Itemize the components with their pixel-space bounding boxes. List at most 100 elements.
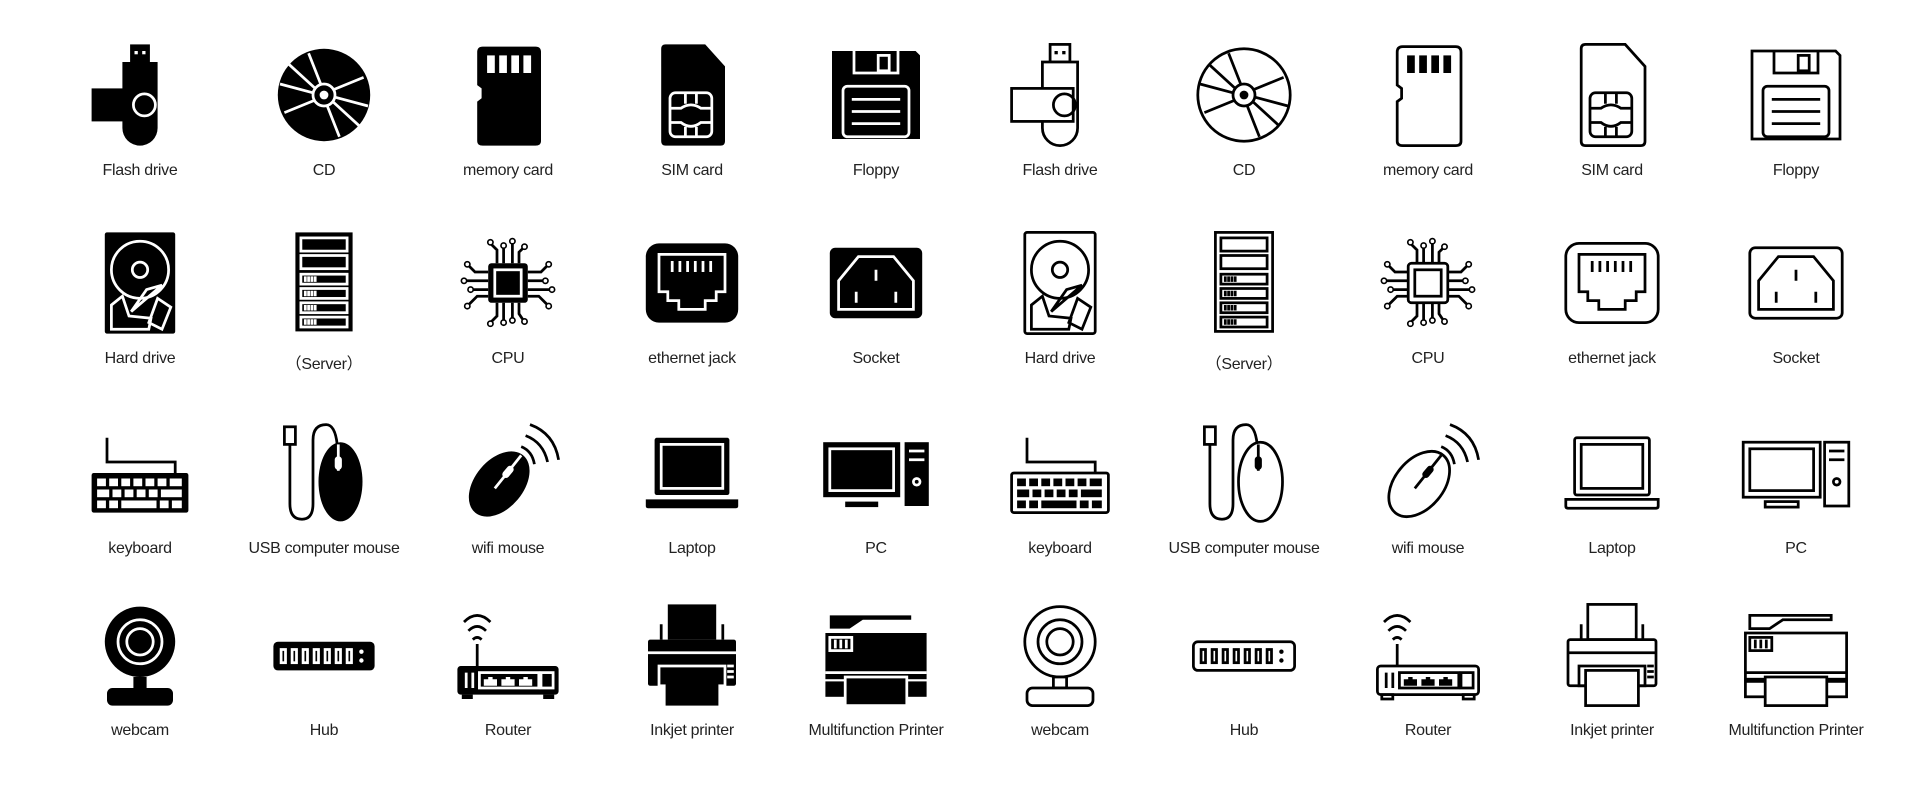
- keyboard-icon: [1005, 418, 1115, 528]
- icon-label: Hub: [1229, 722, 1259, 739]
- icon-tile-hard-drive-filled: Hard drive: [48, 228, 232, 368]
- icon-tile-socket-outline: Socket: [1704, 228, 1888, 368]
- multifunction-printer-icon: [821, 600, 931, 710]
- icon-label: ethernet jack: [1568, 350, 1656, 367]
- icon-label: Multifunction Printer: [808, 722, 944, 739]
- icon-label: Floppy: [1772, 162, 1820, 179]
- icon-tile-memory-card-outline: memory card: [1336, 40, 1520, 180]
- icon-tile-flash-drive-outline: Flash drive: [968, 40, 1152, 180]
- hub-icon: [1189, 600, 1299, 710]
- icon-label: CD: [1232, 162, 1256, 179]
- icon-tile-webcam-outline: webcam: [968, 600, 1152, 740]
- icon-tile-hub-outline: Hub: [1152, 600, 1336, 740]
- icon-label: Flash drive: [102, 162, 178, 179]
- icon-tile-multifunction-printer-outline: Multifunction Printer: [1704, 600, 1888, 740]
- icon-tile-laptop-filled: Laptop: [600, 418, 784, 558]
- icon-tile-multifunction-printer-filled: Multifunction Printer: [784, 600, 968, 740]
- flash-drive-icon: [85, 40, 195, 150]
- icon-label: Floppy: [852, 162, 900, 179]
- icon-label: （Server）: [1205, 356, 1283, 373]
- icon-label: keyboard: [108, 540, 172, 557]
- cpu-icon: [1373, 228, 1483, 338]
- icon-label: CD: [312, 162, 336, 179]
- server-icon: [1189, 228, 1299, 338]
- socket-icon: [821, 228, 931, 338]
- webcam-icon: [1005, 600, 1115, 710]
- icon-tile-keyboard-outline: keyboard: [968, 418, 1152, 558]
- icon-tile-cd-filled: CD: [232, 40, 416, 180]
- cd-icon: [269, 40, 379, 150]
- icon-label: PC: [1785, 540, 1807, 557]
- icon-tile-wifi-mouse-filled: wifi mouse: [416, 418, 600, 558]
- icon-tile-floppy-outline: Floppy: [1704, 40, 1888, 180]
- socket-icon: [1741, 228, 1851, 338]
- server-icon: [269, 228, 379, 338]
- icon-label: USB computer mouse: [248, 540, 400, 557]
- icon-label: Inkjet printer: [650, 722, 734, 739]
- icon-tile-keyboard-filled: keyboard: [48, 418, 232, 558]
- icon-label: PC: [865, 540, 887, 557]
- icon-label: （Server）: [285, 356, 363, 373]
- icon-label: CPU: [1411, 350, 1445, 367]
- icon-tile-inkjet-printer-outline: Inkjet printer: [1520, 600, 1704, 740]
- pc-icon: [1741, 418, 1851, 528]
- icon-tile-webcam-filled: webcam: [48, 600, 232, 740]
- floppy-icon: [821, 40, 931, 150]
- webcam-icon: [85, 600, 195, 710]
- icon-tile-cd-outline: CD: [1152, 40, 1336, 180]
- icon-tile-sim-card-filled: SIM card: [600, 40, 784, 180]
- pc-icon: [821, 418, 931, 528]
- wifi-mouse-icon: [1373, 418, 1483, 528]
- icon-tile-usb-mouse-filled: USB computer mouse: [232, 418, 416, 558]
- icon-label: webcam: [111, 722, 169, 739]
- usb-mouse-icon: [269, 418, 379, 528]
- router-icon: [1373, 600, 1483, 710]
- icon-label: Router: [1404, 722, 1452, 739]
- icon-label: Hub: [309, 722, 339, 739]
- icon-tile-floppy-filled: Floppy: [784, 40, 968, 180]
- icon-tile-hub-filled: Hub: [232, 600, 416, 740]
- cpu-icon: [453, 228, 563, 338]
- icon-tile-hard-drive-outline: Hard drive: [968, 228, 1152, 368]
- icon-label: Hard drive: [104, 350, 176, 367]
- usb-mouse-icon: [1189, 418, 1299, 528]
- icon-tile-server-outline: （Server）: [1152, 228, 1336, 374]
- cd-icon: [1189, 40, 1299, 150]
- icon-label: webcam: [1031, 722, 1089, 739]
- icon-label: Laptop: [1588, 540, 1636, 557]
- keyboard-icon: [85, 418, 195, 528]
- icon-label: wifi mouse: [1391, 540, 1465, 557]
- ethernet-jack-icon: [1557, 228, 1667, 338]
- icon-tile-ethernet-jack-filled: ethernet jack: [600, 228, 784, 368]
- icon-tile-flash-drive-filled: Flash drive: [48, 40, 232, 180]
- memory-card-icon: [453, 40, 563, 150]
- icon-tile-sim-card-outline: SIM card: [1520, 40, 1704, 180]
- icon-label: CPU: [491, 350, 525, 367]
- icon-tile-socket-filled: Socket: [784, 228, 968, 368]
- laptop-icon: [1557, 418, 1667, 528]
- hub-icon: [269, 600, 379, 710]
- laptop-icon: [637, 418, 747, 528]
- memory-card-icon: [1373, 40, 1483, 150]
- sim-card-icon: [637, 40, 747, 150]
- icon-label: memory card: [1382, 162, 1474, 179]
- hard-drive-icon: [85, 228, 195, 338]
- icon-label: Socket: [852, 350, 900, 367]
- icon-tile-usb-mouse-outline: USB computer mouse: [1152, 418, 1336, 558]
- sim-card-icon: [1557, 40, 1667, 150]
- wifi-mouse-icon: [453, 418, 563, 528]
- icon-tile-router-filled: Router: [416, 600, 600, 740]
- icon-label: Laptop: [668, 540, 716, 557]
- icon-label: Multifunction Printer: [1728, 722, 1864, 739]
- icon-label: wifi mouse: [471, 540, 545, 557]
- icon-tile-pc-outline: PC: [1704, 418, 1888, 558]
- flash-drive-icon: [1005, 40, 1115, 150]
- icon-tile-ethernet-jack-outline: ethernet jack: [1520, 228, 1704, 368]
- router-icon: [453, 600, 563, 710]
- icon-label: Hard drive: [1024, 350, 1096, 367]
- icon-label: USB computer mouse: [1168, 540, 1320, 557]
- icon-label: SIM card: [661, 162, 723, 179]
- icon-label: Socket: [1772, 350, 1820, 367]
- floppy-icon: [1741, 40, 1851, 150]
- icon-label: Flash drive: [1022, 162, 1098, 179]
